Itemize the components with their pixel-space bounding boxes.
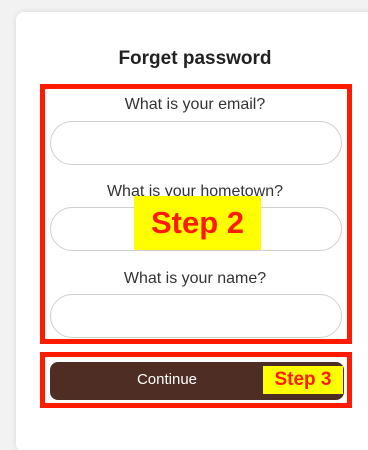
step3-badge: Step 3	[263, 366, 343, 394]
page-title: Forget password	[118, 48, 272, 69]
step2-badge: Step 2	[134, 196, 261, 250]
